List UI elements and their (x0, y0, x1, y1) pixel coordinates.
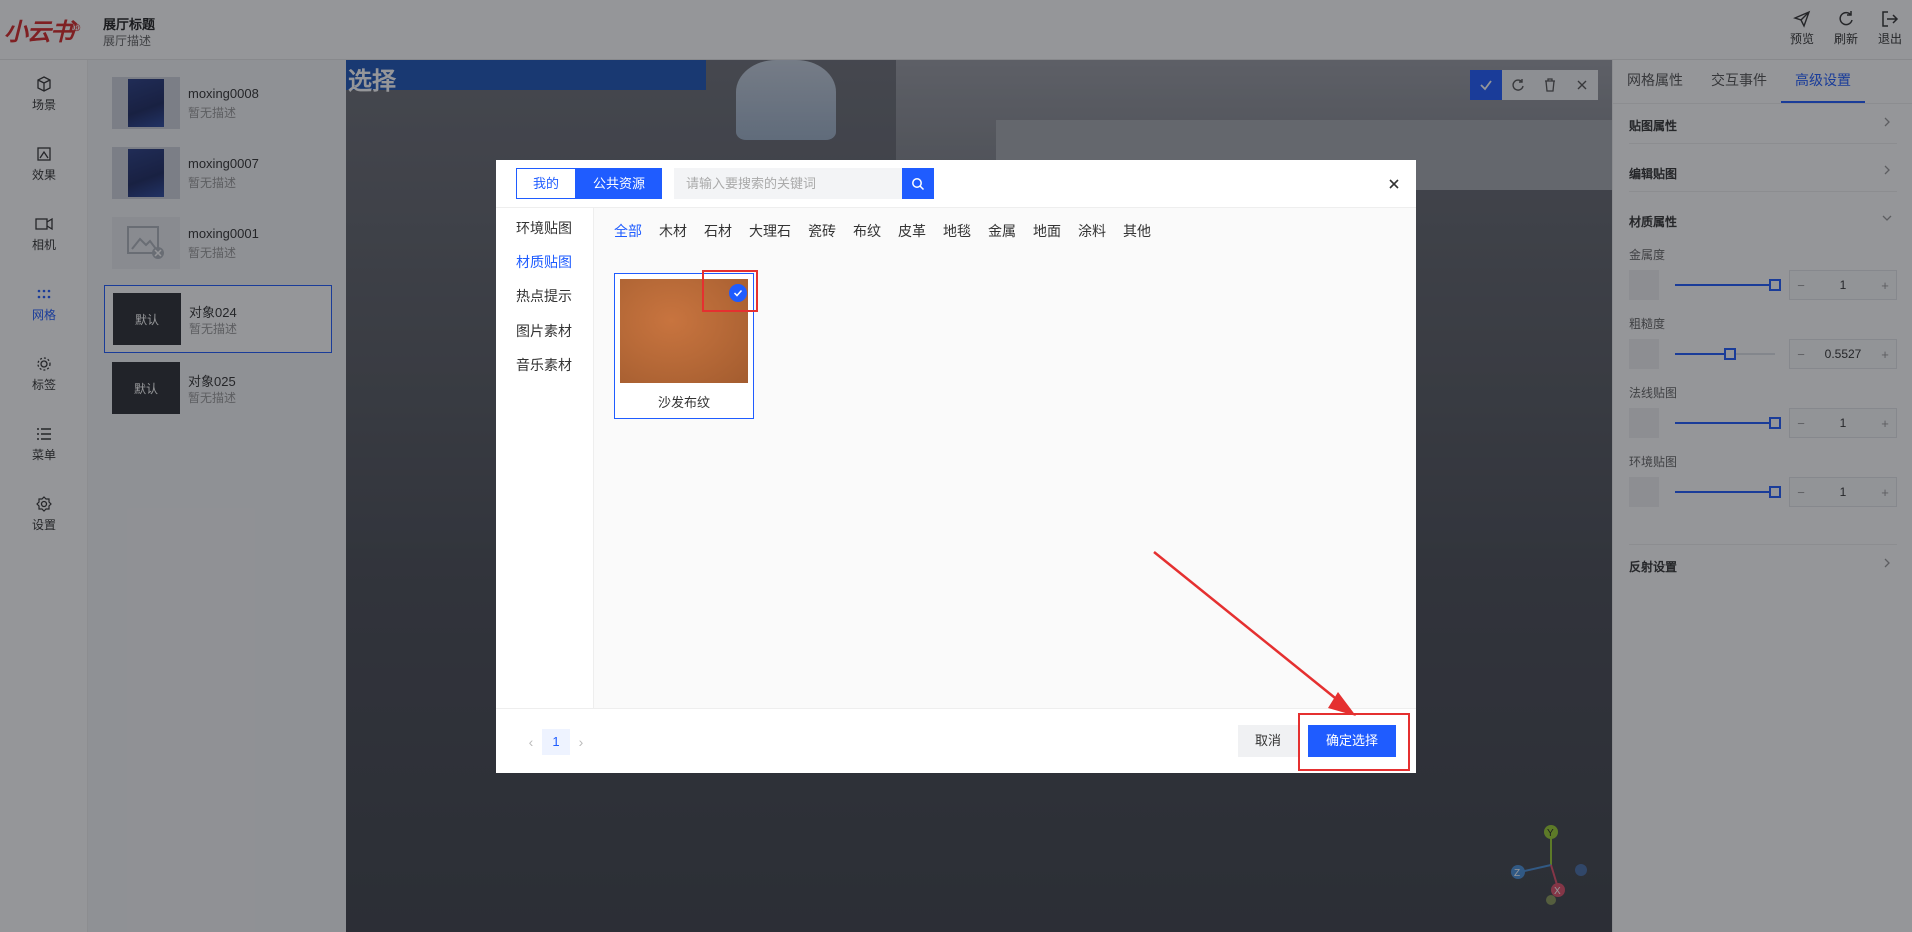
category-metal[interactable]: 金属 (988, 221, 1016, 241)
close-icon[interactable] (1386, 176, 1402, 192)
tab-public-resources[interactable]: 公共资源 (576, 168, 663, 199)
search-icon (912, 177, 925, 190)
resource-type-list: 环境贴图 材质贴图 热点提示 图片素材 音乐素材 (496, 208, 594, 708)
side-item-env-map[interactable]: 环境贴图 (516, 218, 572, 238)
dialog-header: 我的 公共资源 (496, 160, 1416, 208)
category-leather[interactable]: 皮革 (898, 221, 926, 241)
search-button[interactable] (902, 168, 934, 199)
pagination: ‹ 1 › (520, 729, 592, 755)
prev-page-button[interactable]: ‹ (520, 734, 542, 750)
annotation-box-confirm (1298, 713, 1410, 771)
tab-mine[interactable]: 我的 (516, 168, 577, 199)
category-fabric[interactable]: 布纹 (853, 221, 881, 241)
category-paint[interactable]: 涂料 (1078, 221, 1106, 241)
annotation-box-checkmark (702, 270, 758, 312)
side-item-hotspot[interactable]: 热点提示 (516, 286, 572, 306)
category-tile[interactable]: 瓷砖 (808, 221, 836, 241)
cancel-button[interactable]: 取消 (1238, 725, 1298, 757)
category-carpet[interactable]: 地毯 (943, 221, 971, 241)
side-item-image-asset[interactable]: 图片素材 (516, 321, 572, 341)
resource-picker-dialog: 我的 公共资源 环境贴图 材质贴图 热点提示 图片素材 音乐素材 全部 木材 石… (496, 160, 1416, 773)
side-item-material-map[interactable]: 材质贴图 (516, 252, 572, 272)
category-all[interactable]: 全部 (614, 221, 642, 241)
category-marble[interactable]: 大理石 (749, 221, 791, 241)
source-switch: 我的 公共资源 (516, 168, 663, 199)
dialog-footer: ‹ 1 › 取消 确定选择 (496, 708, 1416, 773)
search-input[interactable] (674, 168, 904, 199)
category-stone[interactable]: 石材 (704, 221, 732, 241)
side-item-music-asset[interactable]: 音乐素材 (516, 355, 572, 375)
category-filter: 全部 木材 石材 大理石 瓷砖 布纹 皮革 地毯 金属 地面 涂料 其他 (614, 221, 1168, 241)
category-other[interactable]: 其他 (1123, 221, 1151, 241)
category-wood[interactable]: 木材 (659, 221, 687, 241)
page-number[interactable]: 1 (542, 729, 570, 755)
category-floor[interactable]: 地面 (1033, 221, 1061, 241)
next-page-button[interactable]: › (570, 734, 592, 750)
resource-name: 沙发布纹 (657, 395, 710, 410)
